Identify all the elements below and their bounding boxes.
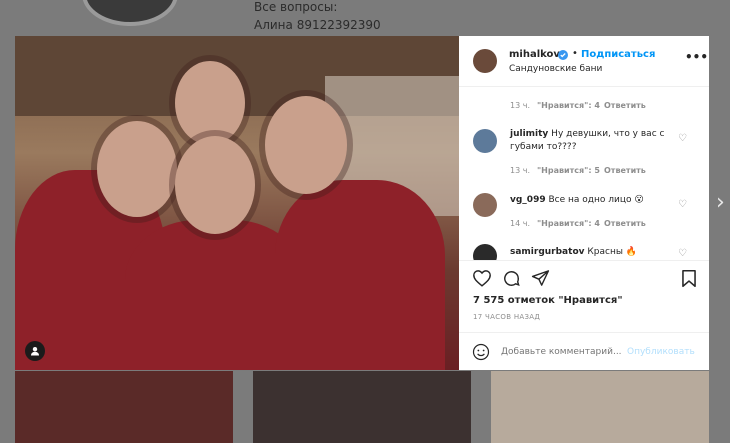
emoji-icon[interactable] — [472, 343, 490, 361]
add-comment-bar: Опубликовать — [459, 332, 709, 371]
comment-body: samirgurbatov Красны 🔥 — [510, 246, 680, 259]
face-4 — [265, 96, 347, 194]
grid-post-thumb-3[interactable] — [491, 371, 709, 443]
comment-username[interactable]: samirgurbatov — [510, 247, 585, 257]
person-icon — [31, 347, 39, 356]
comment-reply[interactable]: Ответить — [604, 101, 646, 110]
grid-post-thumb-1[interactable] — [15, 371, 233, 443]
commenter-avatar[interactable] — [473, 244, 497, 260]
comment-input[interactable] — [501, 343, 621, 361]
tagged-users-button[interactable] — [25, 341, 45, 361]
like-comment-icon[interactable]: ♡ — [678, 133, 687, 144]
post-header: mihalkova • Подписаться Сандуновские бан… — [459, 36, 709, 87]
comment-text: Все на одно лицо 😮 — [548, 195, 644, 205]
like-heart-icon[interactable] — [472, 269, 492, 287]
comment-likes[interactable]: "Нравится": 4 — [537, 219, 600, 228]
comment-time: 14 ч. — [510, 219, 530, 228]
commenter-avatar[interactable] — [473, 193, 497, 217]
comment-username[interactable]: julimity — [510, 129, 548, 139]
bio-line-1: Все вопросы: — [254, 0, 338, 14]
robe-right — [275, 180, 445, 370]
post-detail-panel: mihalkova • Подписаться Сандуновские бан… — [459, 36, 709, 370]
verified-badge-icon — [558, 50, 568, 60]
bio-line-2: Алина 89122392390 — [254, 18, 381, 32]
like-comment-icon[interactable]: ♡ — [678, 248, 687, 259]
profile-avatar-background — [82, 0, 178, 26]
publish-button[interactable]: Опубликовать — [627, 347, 695, 357]
face-1 — [97, 121, 177, 217]
next-post-chevron-icon[interactable]: › — [716, 190, 725, 215]
separator-dot: • — [572, 48, 578, 59]
comment-body: vg_099 Все на одно лицо 😮 — [510, 194, 670, 207]
comment-time: 13 ч. — [510, 101, 530, 110]
post-actions: 7 575 отметок "Нравится" 17 ЧАСОВ НАЗАД — [459, 260, 709, 331]
more-options-icon[interactable]: ••• — [685, 50, 708, 64]
comment-time: 13 ч. — [510, 166, 530, 175]
face-3 — [175, 136, 255, 234]
comment-likes[interactable]: "Нравится": 4 — [537, 101, 600, 110]
bookmark-icon[interactable] — [681, 269, 697, 288]
comment-reply[interactable]: Ответить — [604, 166, 646, 175]
likes-count[interactable]: 7 575 отметок "Нравится" — [473, 295, 623, 306]
grid-post-thumb-2[interactable] — [253, 371, 471, 443]
commenter-avatar[interactable] — [473, 129, 497, 153]
comment-item-clip: samirgurbatov Красны 🔥 ♡ — [459, 236, 709, 260]
share-icon[interactable] — [531, 269, 550, 287]
comment-body: julimity Ну девушки, что у вас с губами … — [510, 128, 670, 154]
follow-button[interactable]: Подписаться — [581, 49, 655, 60]
like-comment-icon[interactable]: ♡ — [678, 199, 687, 210]
comment-likes[interactable]: "Нравится": 5 — [537, 166, 600, 175]
author-avatar[interactable] — [473, 49, 497, 73]
post-timestamp[interactable]: 17 ЧАСОВ НАЗАД — [473, 313, 540, 321]
location-link[interactable]: Сандуновские бани — [509, 64, 602, 74]
face-2 — [175, 61, 245, 145]
comment-text: Красны 🔥 — [587, 247, 637, 257]
comment-reply[interactable]: Ответить — [604, 219, 646, 228]
comment-icon[interactable] — [502, 269, 521, 288]
comment-username[interactable]: vg_099 — [510, 195, 546, 205]
post-photo[interactable] — [15, 36, 459, 370]
